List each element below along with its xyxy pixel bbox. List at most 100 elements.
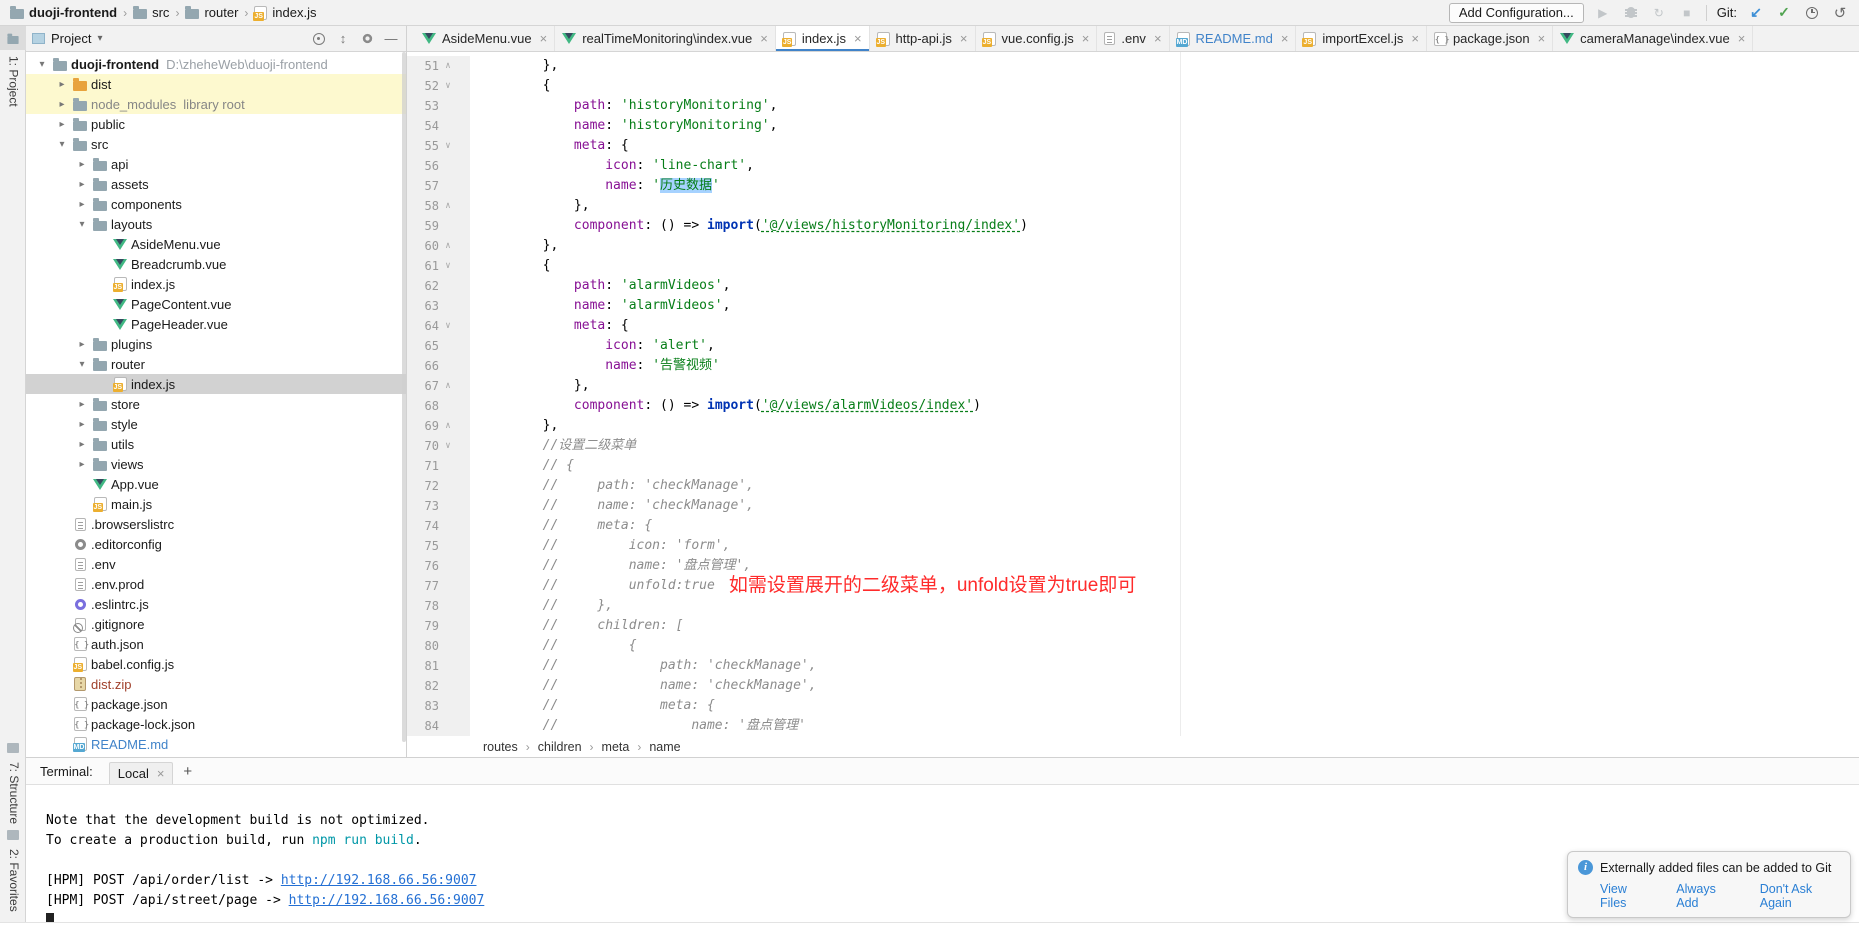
code-line-83[interactable]: 83 // meta: { xyxy=(407,696,1859,716)
tree-item-pagecontent-vue[interactable]: PageContent.vue xyxy=(26,294,406,314)
structure-tool-button[interactable]: 7: Structure xyxy=(0,739,26,824)
code-line-62[interactable]: 62 path: 'alarmVideos', xyxy=(407,276,1859,296)
tree-item-public[interactable]: ▸public xyxy=(26,114,406,134)
tree-expand-arrow-icon[interactable]: ▸ xyxy=(53,99,71,110)
close-icon[interactable]: × xyxy=(1152,31,1162,46)
code-line-66[interactable]: 66 name: '告警视频' xyxy=(407,356,1859,376)
breadcrumb-item-index-js[interactable]: index.js xyxy=(254,5,316,20)
tree-item-asidemenu-vue[interactable]: AsideMenu.vue xyxy=(26,234,406,254)
tree-item-assets[interactable]: ▸assets xyxy=(26,174,406,194)
tree-item--env[interactable]: .env xyxy=(26,554,406,574)
favorites-tool-button[interactable]: 2: Favorites xyxy=(0,826,26,912)
tree-item-package-lock-json[interactable]: package-lock.json xyxy=(26,714,406,734)
close-icon[interactable]: × xyxy=(852,31,862,46)
terminal-url-link[interactable]: http://192.168.66.56:9007 xyxy=(289,893,485,908)
code-line-60[interactable]: 60∧ }, xyxy=(407,236,1859,256)
code-editor[interactable]: 51∧ },52∨ {53 path: 'historyMonitoring',… xyxy=(407,52,1859,736)
git-rollback-icon[interactable]: ↺ xyxy=(1831,4,1849,22)
tree-item-node-modules[interactable]: ▸node_moduleslibrary root xyxy=(26,94,406,114)
breadcrumb-item-duoji-frontend[interactable]: duoji-frontend xyxy=(10,5,117,20)
editor-breadcrumb-name[interactable]: name xyxy=(649,740,680,754)
tree-item--gitignore[interactable]: .gitignore xyxy=(26,614,406,634)
close-icon[interactable]: × xyxy=(1736,31,1746,46)
fold-marker-icon[interactable]: ∨ xyxy=(439,316,457,336)
tree-item-package-json[interactable]: package.json xyxy=(26,694,406,714)
tree-item-index-js[interactable]: index.js xyxy=(26,374,406,394)
notification-action-always-add[interactable]: Always Add xyxy=(1676,882,1736,910)
code-line-76[interactable]: 76 // name: '盘点管理', xyxy=(407,556,1859,576)
tab-cameramanage-index-vue[interactable]: cameraManage\index.vue× xyxy=(1553,26,1753,51)
tree-expand-arrow-icon[interactable]: ▸ xyxy=(73,399,91,410)
tree-item-api[interactable]: ▸api xyxy=(26,154,406,174)
tab-vue-config-js[interactable]: vue.config.js× xyxy=(976,26,1098,51)
fold-marker-icon[interactable]: ∧ xyxy=(439,416,457,436)
tree-item-plugins[interactable]: ▸plugins xyxy=(26,334,406,354)
tree-item-main-js[interactable]: main.js xyxy=(26,494,406,514)
tree-expand-arrow-icon[interactable]: ▸ xyxy=(73,439,91,450)
tab-readme-md[interactable]: README.md× xyxy=(1170,26,1297,51)
close-icon[interactable]: × xyxy=(155,766,165,781)
tree-item-dist-zip[interactable]: dist.zip xyxy=(26,674,406,694)
code-line-70[interactable]: 70∨ //设置二级菜单 xyxy=(407,436,1859,456)
tab-index-js[interactable]: index.js× xyxy=(776,26,870,51)
hide-panel-icon[interactable]: — xyxy=(382,30,400,48)
close-icon[interactable]: × xyxy=(758,31,768,46)
code-line-75[interactable]: 75 // icon: 'form', xyxy=(407,536,1859,556)
tree-item-layouts[interactable]: ▾layouts xyxy=(26,214,406,234)
fold-marker-icon[interactable]: ∧ xyxy=(439,196,457,216)
editor-breadcrumb-routes[interactable]: routes xyxy=(483,740,518,754)
code-line-52[interactable]: 52∨ { xyxy=(407,76,1859,96)
tree-item-index-js[interactable]: index.js xyxy=(26,274,406,294)
tab-importexcel-js[interactable]: importExcel.js× xyxy=(1296,26,1427,51)
code-line-63[interactable]: 63 name: 'alarmVideos', xyxy=(407,296,1859,316)
add-configuration-button[interactable]: Add Configuration... xyxy=(1449,3,1584,23)
tree-item-store[interactable]: ▸store xyxy=(26,394,406,414)
code-line-73[interactable]: 73 // name: 'checkManage', xyxy=(407,496,1859,516)
tree-expand-arrow-icon[interactable]: ▸ xyxy=(73,179,91,190)
tree-item-pageheader-vue[interactable]: PageHeader.vue xyxy=(26,314,406,334)
breadcrumb-item-router[interactable]: router xyxy=(185,5,238,20)
code-line-79[interactable]: 79 // children: [ xyxy=(407,616,1859,636)
code-line-61[interactable]: 61∨ { xyxy=(407,256,1859,276)
tree-item-breadcrumb-vue[interactable]: Breadcrumb.vue xyxy=(26,254,406,274)
fold-marker-icon[interactable]: ∧ xyxy=(439,56,457,76)
panel-settings-gear-icon[interactable] xyxy=(358,30,376,48)
tree-collapse-arrow-icon[interactable]: ▾ xyxy=(73,219,91,230)
code-line-84[interactable]: 84 // name: '盘点管理' xyxy=(407,716,1859,736)
code-line-55[interactable]: 55∨ meta: { xyxy=(407,136,1859,156)
tree-item-duoji-frontend[interactable]: ▾duoji-frontendD:\zheheWeb\duoji-fronten… xyxy=(26,54,406,74)
chevron-down-icon[interactable]: ▾ xyxy=(97,33,102,44)
tree-item-readme-md[interactable]: README.md xyxy=(26,734,406,754)
editor-breadcrumb-children[interactable]: children xyxy=(538,740,582,754)
tree-item-utils[interactable]: ▸utils xyxy=(26,434,406,454)
fold-marker-icon[interactable]: ∨ xyxy=(439,256,457,276)
close-icon[interactable]: × xyxy=(1409,31,1419,46)
code-line-80[interactable]: 80 // { xyxy=(407,636,1859,656)
code-line-64[interactable]: 64∨ meta: { xyxy=(407,316,1859,336)
tree-item-app-vue[interactable]: App.vue xyxy=(26,474,406,494)
terminal-tab-local[interactable]: Local × xyxy=(109,762,174,784)
tree-expand-arrow-icon[interactable]: ▸ xyxy=(73,419,91,430)
fold-marker-icon[interactable]: ∨ xyxy=(439,76,457,96)
code-line-65[interactable]: 65 icon: 'alert', xyxy=(407,336,1859,356)
code-line-72[interactable]: 72 // path: 'checkManage', xyxy=(407,476,1859,496)
tree-item-components[interactable]: ▸components xyxy=(26,194,406,214)
project-panel-title[interactable]: Project xyxy=(51,31,91,46)
tree-expand-arrow-icon[interactable]: ▸ xyxy=(73,159,91,170)
tree-item--editorconfig[interactable]: .editorconfig xyxy=(26,534,406,554)
notification-action-don-t-ask-again[interactable]: Don't Ask Again xyxy=(1760,882,1840,910)
code-line-56[interactable]: 56 icon: 'line-chart', xyxy=(407,156,1859,176)
code-line-67[interactable]: 67∧ }, xyxy=(407,376,1859,396)
tree-collapse-arrow-icon[interactable]: ▾ xyxy=(33,59,51,70)
tree-item-style[interactable]: ▸style xyxy=(26,414,406,434)
tree-item-auth-json[interactable]: auth.json xyxy=(26,634,406,654)
tree-item--eslintrc-js[interactable]: .eslintrc.js xyxy=(26,594,406,614)
tree-expand-arrow-icon[interactable]: ▸ xyxy=(73,459,91,470)
tab--env[interactable]: .env× xyxy=(1097,26,1169,51)
code-line-53[interactable]: 53 path: 'historyMonitoring', xyxy=(407,96,1859,116)
code-line-58[interactable]: 58∧ }, xyxy=(407,196,1859,216)
project-tool-button[interactable] xyxy=(0,26,26,50)
project-tree-scrollbar[interactable] xyxy=(402,52,406,742)
tree-expand-arrow-icon[interactable]: ▸ xyxy=(53,79,71,90)
tree-expand-arrow-icon[interactable]: ▸ xyxy=(73,339,91,350)
